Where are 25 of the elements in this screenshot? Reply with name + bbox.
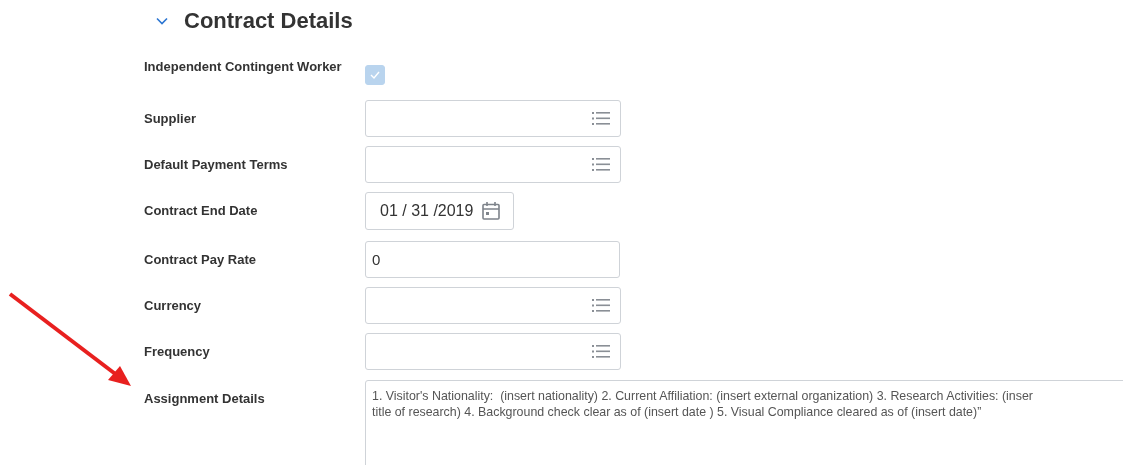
check-icon <box>369 70 381 80</box>
field-label: Supplier <box>144 110 197 126</box>
field-label: Currency <box>144 297 203 313</box>
chevron-icon[interactable] <box>156 17 168 25</box>
select-field[interactable] <box>365 287 621 324</box>
text-field[interactable]: 0 <box>365 241 620 278</box>
select-field[interactable] <box>365 333 621 370</box>
section-title: Contract Details <box>184 8 353 34</box>
date-value: 01 / 31 /2019 <box>380 202 474 220</box>
text-area[interactable]: 1. Visitor's Nationality: (insert nationality) 2. Current Affiliation: (insert external organization) 3. Research Activities: (inser title of research) 4. Background check clear as of (insert date ) 5. Visual Compliance cleared as of (insert date)” <box>365 380 1123 465</box>
list-icon <box>592 112 610 125</box>
select-field[interactable] <box>365 100 621 137</box>
date-field[interactable]: 01 / 31 /2019 <box>365 192 514 230</box>
list-icon <box>592 158 610 171</box>
list-icon <box>592 345 610 358</box>
field-label: Contract End Date <box>144 202 259 218</box>
checkbox[interactable] <box>365 65 385 85</box>
field-label: Contract Pay Rate <box>144 251 257 267</box>
field-label: Default Payment Terms <box>144 156 289 172</box>
list-icon <box>592 299 610 312</box>
field-label: Independent Contingent Worker <box>144 58 343 74</box>
field-label: Assignment Details <box>144 390 266 406</box>
calendar-icon[interactable] <box>481 201 502 221</box>
field-label: Frequency <box>144 343 211 359</box>
select-field[interactable] <box>365 146 621 183</box>
